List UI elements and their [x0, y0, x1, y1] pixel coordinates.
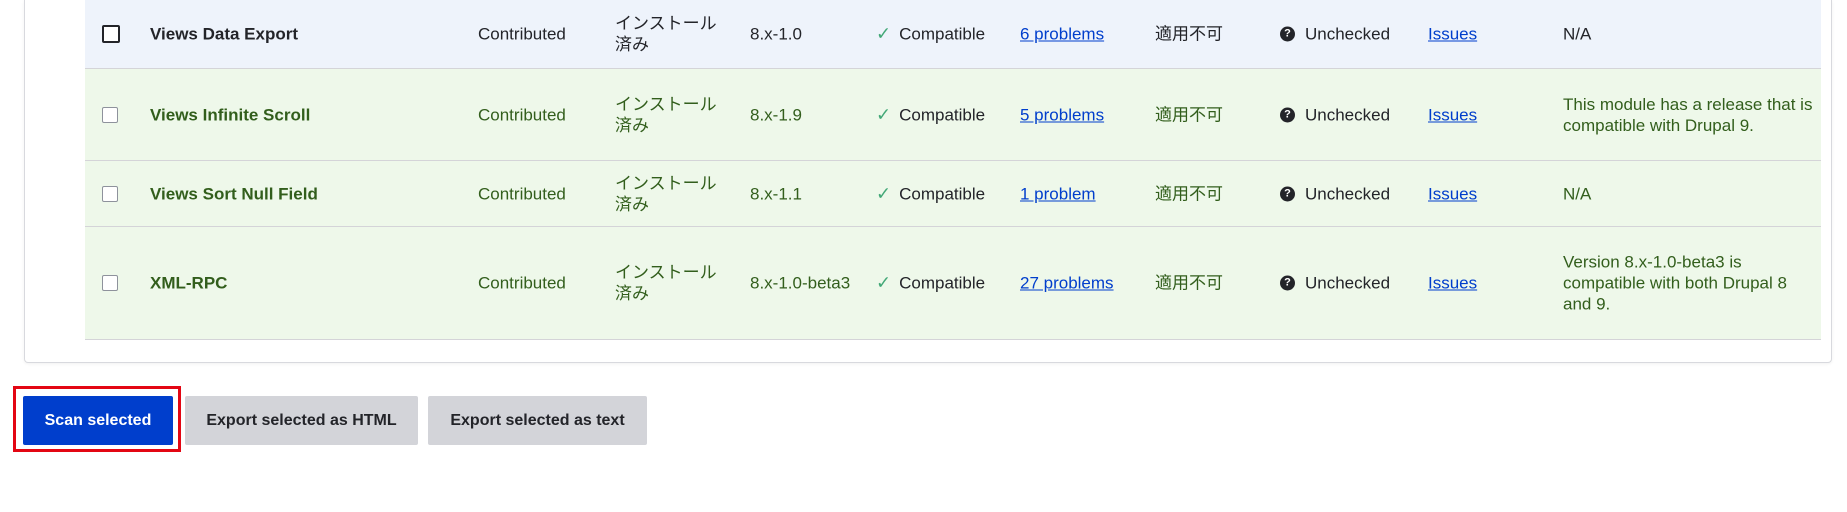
install-status: インストール済み	[615, 14, 717, 54]
check-icon: ✓	[876, 183, 892, 203]
install-status: インストール済み	[615, 263, 717, 303]
table-row: Views Infinite Scroll Contributed インストール…	[85, 69, 1821, 161]
compatibility: ✓ Compatible	[876, 183, 985, 204]
problems-link[interactable]: 27 problems	[1020, 273, 1114, 294]
issues-link[interactable]: Issues	[1428, 273, 1477, 294]
problems-link[interactable]: 6 problems	[1020, 24, 1104, 45]
question-circle-icon: ?	[1280, 186, 1295, 201]
table-row: Views Data Export Contributed インストール済み 8…	[85, 0, 1821, 69]
export-text-button[interactable]: Export selected as text	[428, 396, 647, 445]
module-type: Contributed	[478, 184, 566, 203]
compatibility-label: Compatible	[899, 105, 986, 124]
row-checkbox[interactable]	[102, 25, 120, 43]
compatibility: ✓ Compatible	[876, 24, 985, 45]
compatibility-label: Compatible	[899, 24, 986, 44]
module-version: 8.x-1.9	[750, 105, 802, 124]
row-checkbox[interactable]	[102, 275, 118, 291]
question-circle-icon: ?	[1280, 275, 1295, 291]
question-circle-icon: ?	[1280, 26, 1295, 42]
module-name: Views Data Export	[150, 24, 299, 44]
check-icon: ✓	[876, 104, 892, 124]
module-version: 8.x-1.0-beta3	[750, 273, 851, 293]
module-name: Views Infinite Scroll	[150, 105, 311, 124]
question-circle-icon: ?	[1280, 107, 1295, 122]
check-icon: ✓	[876, 272, 892, 293]
table-row: Views Sort Null Field Contributed インストール…	[85, 161, 1821, 227]
unchecked-label: Unchecked	[1305, 273, 1391, 293]
not-applicable: 適用不可	[1155, 105, 1223, 124]
module-notes: Version 8.x-1.0-beta3 is compatible with…	[1563, 252, 1787, 314]
issues-link[interactable]: Issues	[1428, 24, 1477, 45]
check-icon: ✓	[876, 23, 892, 44]
module-type: Contributed	[478, 273, 566, 293]
table-row: XML-RPC Contributed インストール済み 8.x-1.0-bet…	[85, 227, 1821, 340]
not-applicable: 適用不可	[1155, 24, 1223, 44]
module-notes: This module has a release that is compat…	[1563, 94, 1813, 135]
compatibility-label: Compatible	[899, 184, 986, 203]
compatibility-label: Compatible	[899, 273, 986, 293]
module-version: 8.x-1.1	[750, 184, 802, 203]
module-name: XML-RPC	[150, 273, 228, 293]
compatibility: ✓ Compatible	[876, 273, 985, 294]
unchecked-label: Unchecked	[1305, 105, 1391, 124]
compatibility: ✓ Compatible	[876, 104, 985, 125]
module-type: Contributed	[478, 105, 566, 124]
row-checkbox[interactable]	[102, 185, 118, 202]
unchecked-status: ? Unchecked	[1280, 273, 1390, 294]
unchecked-status: ? Unchecked	[1280, 104, 1390, 125]
module-type: Contributed	[478, 24, 566, 44]
module-notes: N/A	[1563, 24, 1592, 44]
issues-link[interactable]: Issues	[1428, 183, 1477, 204]
module-name: Views Sort Null Field	[150, 184, 318, 203]
not-applicable: 適用不可	[1155, 184, 1223, 203]
scan-selected-button[interactable]: Scan selected	[23, 396, 173, 445]
issues-link[interactable]: Issues	[1428, 104, 1477, 125]
unchecked-status: ? Unchecked	[1280, 183, 1390, 204]
unchecked-label: Unchecked	[1305, 184, 1391, 203]
install-status: インストール済み	[615, 94, 717, 135]
modules-table: Views Data Export Contributed インストール済み 8…	[85, 0, 1821, 340]
problems-link[interactable]: 1 problem	[1020, 183, 1096, 204]
unchecked-status: ? Unchecked	[1280, 24, 1390, 45]
module-version: 8.x-1.0	[750, 24, 802, 44]
module-notes: N/A	[1563, 184, 1592, 203]
install-status: インストール済み	[615, 173, 717, 214]
results-panel: Views Data Export Contributed インストール済み 8…	[24, 0, 1832, 363]
not-applicable: 適用不可	[1155, 273, 1223, 293]
export-html-button[interactable]: Export selected as HTML	[185, 396, 418, 445]
row-checkbox[interactable]	[102, 106, 118, 123]
unchecked-label: Unchecked	[1305, 24, 1391, 44]
problems-link[interactable]: 5 problems	[1020, 104, 1104, 125]
